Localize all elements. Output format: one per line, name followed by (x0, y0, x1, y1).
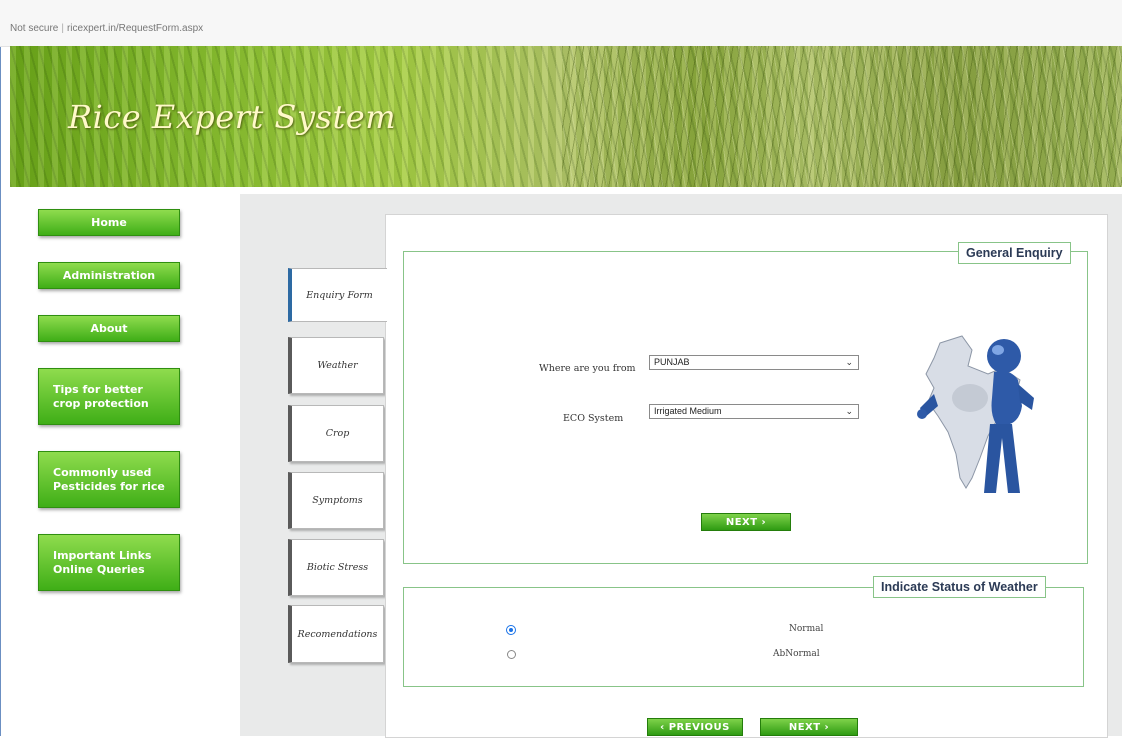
url-value[interactable]: ricexpert.in/RequestForm.aspx (67, 23, 203, 34)
nav-pesticides-line-1: Commonly used (53, 465, 152, 479)
weather-status-fieldset (403, 587, 1084, 687)
tab-biotic-stress-label: Biotic Stress (306, 562, 369, 573)
nav-tips-button[interactable]: Tips for better crop protection (38, 368, 180, 425)
chevron-down-icon: ⌄ (845, 406, 853, 416)
nav-links-line-2: Online Queries (53, 562, 145, 576)
sidebar: Home Administration About Tips for bette… (10, 188, 240, 736)
site-title: Rice Expert System (68, 98, 397, 136)
person-holding-india-map-icon (917, 335, 1034, 493)
location-label: Where are you from (539, 363, 636, 374)
tab-symptoms[interactable]: Symptoms (288, 472, 384, 529)
radio-abnormal-label: AbNormal (773, 649, 820, 659)
location-select[interactable]: PUNJAB ⌄ (649, 355, 859, 370)
nav-administration-button[interactable]: Administration (38, 262, 180, 289)
chevron-down-icon: ⌄ (845, 357, 853, 367)
next-button[interactable]: NEXT › (760, 718, 858, 736)
weather-status-legend: Indicate Status of Weather (873, 576, 1046, 598)
nav-home-label: Home (91, 216, 127, 229)
tab-biotic-stress[interactable]: Biotic Stress (288, 539, 384, 596)
location-select-value: PUNJAB (654, 357, 690, 367)
tab-symptoms-label: Symptoms (312, 495, 363, 506)
eco-system-label: ECO System (563, 413, 624, 424)
nav-links-button[interactable]: Important Links Online Queries (38, 534, 180, 591)
tab-enquiry-form-label: Enquiry Form (306, 289, 373, 301)
tab-enquiry-form[interactable]: Enquiry Form (288, 268, 387, 322)
nav-pesticides-button[interactable]: Commonly used Pesticides for rice (38, 451, 180, 508)
radio-abnormal[interactable] (507, 650, 516, 659)
enquiry-next-button[interactable]: NEXT › (701, 513, 791, 531)
rice-field-image (562, 46, 1122, 187)
tab-crop-label: Crop (325, 428, 350, 439)
nav-administration-label: Administration (62, 269, 156, 282)
eco-system-select-value: Irrigated Medium (654, 406, 722, 416)
eco-system-select[interactable]: Irrigated Medium ⌄ (649, 404, 859, 419)
security-indicator[interactable]: Not secure (10, 23, 58, 34)
nav-about-button[interactable]: About (38, 315, 180, 342)
previous-button[interactable]: ‹ PREVIOUS (647, 718, 743, 736)
tab-recommendations[interactable]: Recomendations (288, 605, 384, 663)
nav-about-label: About (90, 322, 128, 335)
radio-normal-label: Normal (789, 624, 824, 634)
address-bar[interactable]: Not secure | ricexpert.in/RequestForm.aspx (0, 0, 1122, 47)
general-enquiry-legend: General Enquiry (958, 242, 1071, 264)
site-banner: Rice Expert System (10, 46, 1122, 187)
tab-recommendations-label: Recomendations (297, 628, 378, 640)
tab-weather-label: Weather (317, 360, 358, 371)
nav-links-line-1: Important Links (53, 548, 152, 562)
url-text[interactable]: Not secure | ricexpert.in/RequestForm.aspx (10, 23, 203, 34)
nav-tips-line-1: Tips for better (53, 382, 143, 396)
nav-home-button[interactable]: Home (38, 209, 180, 236)
tab-weather[interactable]: Weather (288, 337, 384, 394)
tab-crop[interactable]: Crop (288, 405, 384, 462)
nav-tips-line-2: crop protection (53, 396, 149, 410)
radio-normal[interactable] (507, 626, 515, 634)
nav-pesticides-line-2: Pesticides for rice (53, 479, 165, 493)
